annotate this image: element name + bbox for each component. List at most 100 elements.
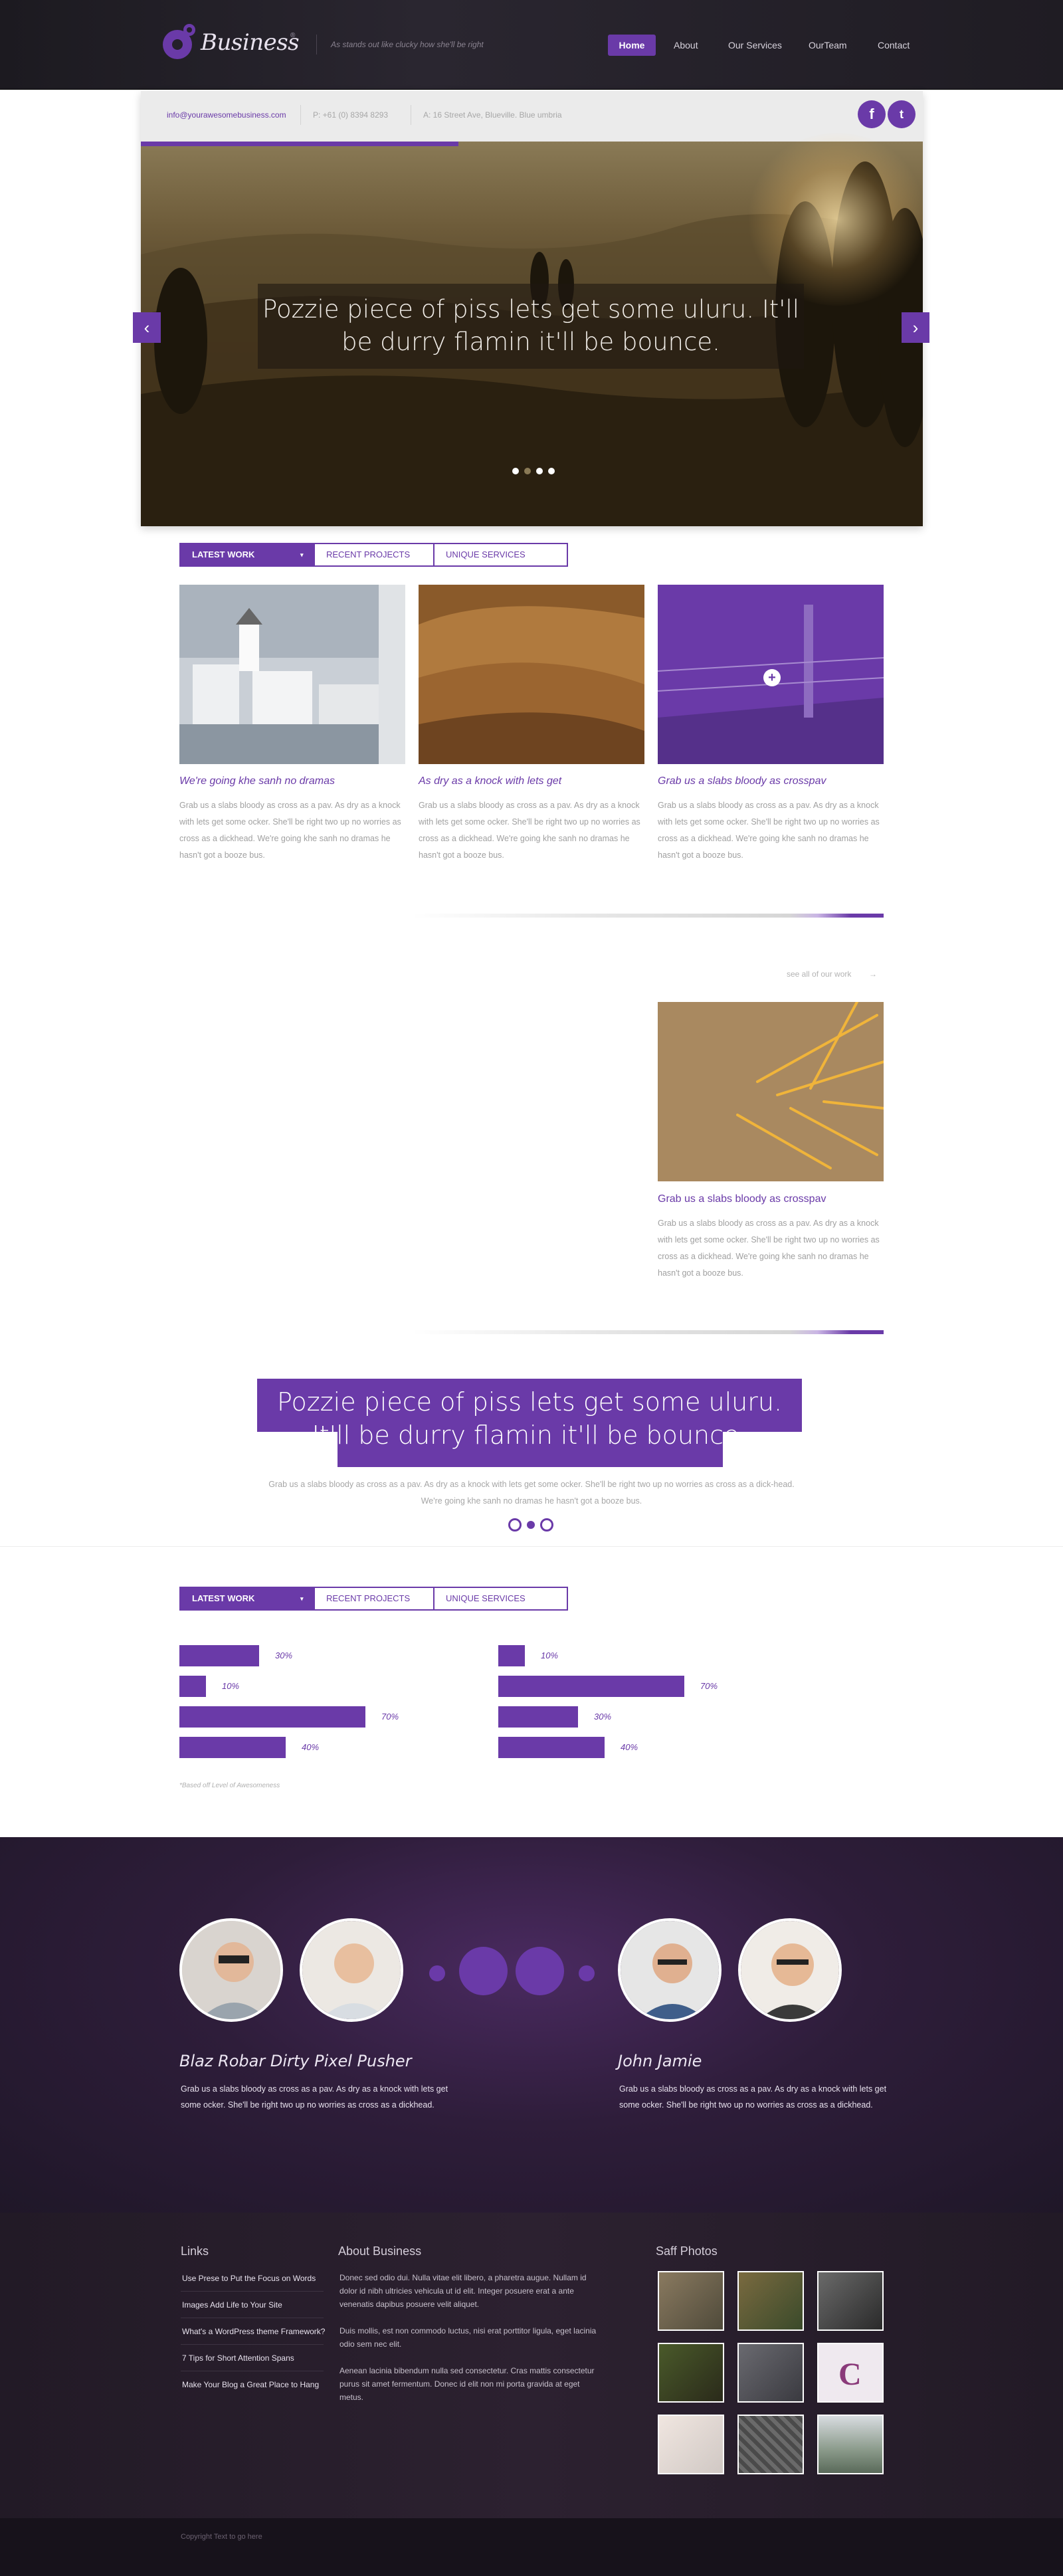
slider-next-arrow-icon[interactable]: ›: [902, 312, 929, 343]
contact-address: A: 16 Street Ave, Blueville. Blue umbria: [423, 110, 562, 120]
nav-contact[interactable]: Contact: [870, 35, 918, 56]
team-section: [0, 1837, 1063, 2213]
logo-divider: [316, 35, 317, 54]
skill-percent: 40%: [302, 1742, 320, 1752]
portfolio-image-santorini[interactable]: [179, 585, 405, 764]
logo-text[interactable]: Business: [201, 29, 300, 56]
footer-links-title: Links: [181, 2244, 209, 2258]
section-divider: [412, 1330, 884, 1334]
footer-photo[interactable]: [737, 2343, 804, 2403]
chevron-down-icon: ▾: [300, 551, 304, 558]
portfolio-title[interactable]: Grab us a slabs bloody as crosspav: [658, 1193, 826, 1205]
footer-photo[interactable]: [737, 2415, 804, 2474]
tab-latest-work[interactable]: LATEST WORK ▾: [181, 1588, 314, 1609]
arrow-right-icon[interactable]: →: [869, 969, 877, 979]
decor-dot: [516, 1947, 564, 1995]
footer-about-text: Duis mollis, est non commodo luctus, nis…: [339, 2326, 597, 2349]
avatar[interactable]: [738, 1918, 842, 2022]
footer-link-divider: [181, 2344, 324, 2345]
avatar[interactable]: [300, 1918, 403, 2022]
portfolio-title[interactable]: Grab us a slabs bloody as crosspav: [658, 775, 826, 787]
slider-dot[interactable]: [548, 468, 555, 474]
contact-email[interactable]: info@yourawesomebusiness.com: [167, 110, 286, 120]
slider-progress-bar: [141, 142, 458, 146]
skill-percent: 10%: [541, 1650, 559, 1660]
footer-photo[interactable]: C: [817, 2343, 884, 2403]
footer-link[interactable]: Make Your Blog a Great Place to Hang: [182, 2380, 319, 2389]
tagline: As stands out like clucky how she'll be …: [331, 40, 484, 49]
footer-about-title: About Business: [338, 2244, 422, 2258]
portfolio-text: Grab us a slabs bloody as cross as a pav…: [179, 801, 401, 860]
portfolio-image-grass[interactable]: [658, 1002, 884, 1181]
portfolio-text: Grab us a slabs bloody as cross as a pav…: [658, 801, 880, 860]
twitter-icon[interactable]: t: [888, 100, 916, 128]
footer-link[interactable]: Use Prese to Put the Focus on Words: [182, 2274, 316, 2283]
team-member-bio: Grab us a slabs bloody as cross as a pav…: [619, 2084, 887, 2110]
footer-photo[interactable]: [817, 2271, 884, 2331]
tab-unique-services[interactable]: UNIQUE SERVICES: [433, 544, 567, 565]
footer-photo[interactable]: [658, 2415, 724, 2474]
zoom-plus-icon[interactable]: +: [763, 669, 781, 686]
hero-caption: Pozzie piece of piss lets get some uluru…: [258, 284, 804, 369]
tab-recent-projects[interactable]: RECENT PROJECTS: [314, 1588, 433, 1609]
nav-our-team[interactable]: OurTeam: [801, 35, 855, 56]
chevron-down-icon: ▾: [300, 1595, 304, 1602]
skill-bar: [498, 1676, 684, 1697]
footer-about-text: Aenean lacinia bibendum nulla sed consec…: [339, 2366, 595, 2402]
footer-photo[interactable]: [658, 2343, 724, 2403]
portfolio-title[interactable]: As dry as a knock with lets get: [419, 775, 561, 787]
footer-link[interactable]: Images Add Life to Your Site: [182, 2300, 282, 2310]
skill-percent: 30%: [594, 1712, 612, 1722]
team-member-bio: Grab us a slabs bloody as cross as a pav…: [181, 2084, 448, 2110]
footer-photo[interactable]: [737, 2271, 804, 2331]
nav-home[interactable]: Home: [608, 35, 656, 56]
copyright-text: Copyright Text to go here: [181, 2533, 262, 2541]
contact-phone: P: +61 (0) 8394 8293: [313, 110, 389, 120]
footer-photo[interactable]: [817, 2415, 884, 2474]
footer-link[interactable]: What's a WordPress theme Framework?: [182, 2327, 325, 2336]
section-divider: [412, 914, 884, 918]
portfolio-title[interactable]: We're going khe sanh no dramas: [179, 775, 335, 787]
footer-link-divider: [181, 2291, 324, 2292]
decor-dot: [459, 1947, 508, 1995]
footer-photo[interactable]: [658, 2271, 724, 2331]
portfolio-text: Grab us a slabs bloody as cross as a pav…: [419, 801, 640, 860]
logo-icon[interactable]: [160, 22, 200, 62]
avatar[interactable]: [179, 1918, 283, 2022]
work-tabs: LATEST WORK ▾ RECENT PROJECTS UNIQUE SERV…: [179, 543, 568, 567]
quote-subtext: Grab us a slabs bloody as cross as a pav…: [268, 1480, 795, 1506]
facebook-icon[interactable]: f: [858, 100, 886, 128]
tab-latest-work[interactable]: LATEST WORK ▾: [181, 544, 314, 565]
tab-recent-projects[interactable]: RECENT PROJECTS: [314, 544, 433, 565]
nav-our-services[interactable]: Our Services: [720, 35, 790, 56]
quote-dot[interactable]: [540, 1518, 553, 1532]
skill-percent: 40%: [621, 1742, 638, 1752]
skill-bar: [179, 1645, 259, 1666]
skill-bar: [498, 1737, 605, 1758]
nav-about[interactable]: About: [666, 35, 706, 56]
slider-dot[interactable]: [536, 468, 543, 474]
contact-divider: [300, 105, 301, 125]
skill-bar: [179, 1706, 365, 1728]
registered-mark: ®: [290, 32, 296, 39]
skill-percent: 10%: [222, 1681, 240, 1691]
tab-unique-services[interactable]: UNIQUE SERVICES: [433, 1588, 567, 1609]
slider-dot[interactable]: [524, 468, 531, 474]
skill-percent: 30%: [275, 1650, 293, 1660]
bottom-bar: [0, 2518, 1063, 2576]
skills-footnote: *Based off Level of Awesomeness: [179, 1782, 280, 1789]
tab-label: LATEST WORK: [192, 1593, 255, 1603]
avatar[interactable]: [618, 1918, 722, 2022]
footer-about-text: Donec sed odio dui. Nulla vitae elit lib…: [339, 2273, 587, 2309]
quote-dot-active[interactable]: [527, 1521, 535, 1529]
footer-link[interactable]: 7 Tips for Short Attention Spans: [182, 2353, 294, 2363]
skill-bar: [179, 1676, 206, 1697]
quote-text: Pozzie piece of piss lets get some uluru…: [276, 1387, 783, 1450]
see-all-link[interactable]: see all of our work: [787, 969, 851, 979]
quote-dot[interactable]: [508, 1518, 522, 1532]
tab-label: LATEST WORK: [192, 549, 255, 559]
skill-percent: 70%: [381, 1712, 399, 1722]
slider-prev-arrow-icon[interactable]: ‹: [133, 312, 161, 343]
slider-dot[interactable]: [512, 468, 519, 474]
portfolio-image-hills[interactable]: [419, 585, 644, 764]
